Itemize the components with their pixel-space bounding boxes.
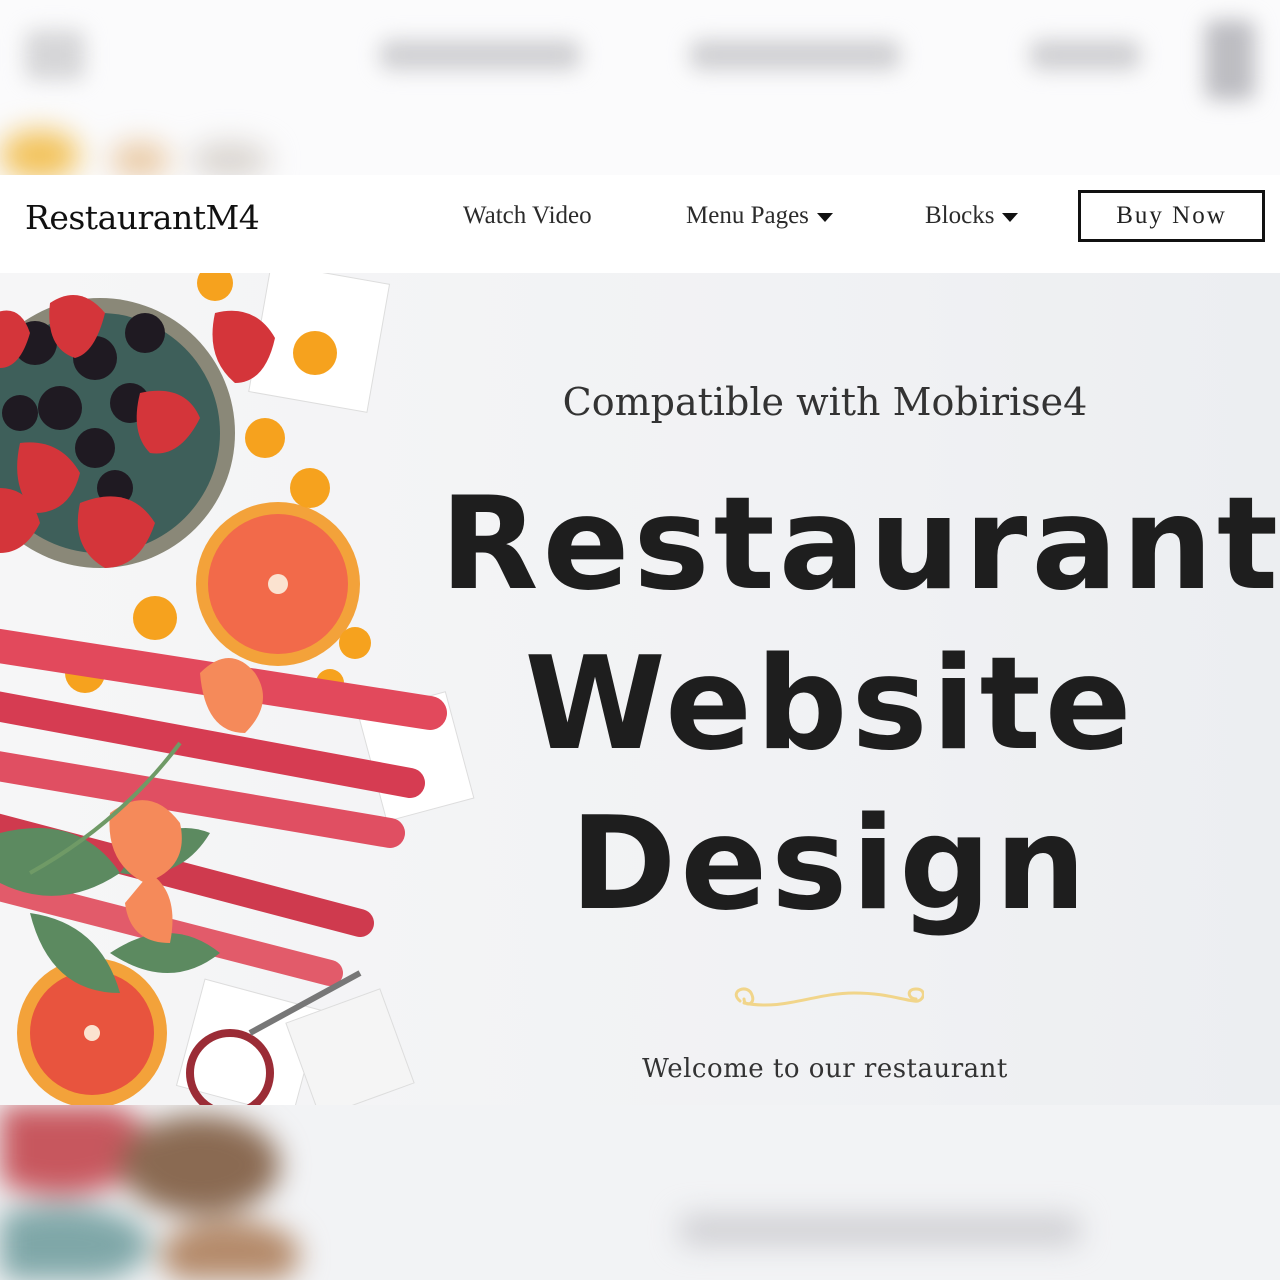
blurred-top-area [0, 0, 1280, 175]
nav-menu-pages[interactable]: Menu Pages [686, 202, 833, 230]
nav-watch-video[interactable]: Watch Video [463, 202, 592, 230]
flourish-divider-icon [734, 987, 924, 1007]
food-photo-image [0, 273, 475, 1105]
nav-menu-pages-label: Menu Pages [686, 202, 809, 229]
buy-now-button[interactable]: Buy Now [1078, 190, 1265, 242]
nav-blocks[interactable]: Blocks [925, 202, 1019, 230]
nav-blocks-label: Blocks [925, 202, 995, 229]
blurred-bottom-image [0, 1105, 1080, 1280]
chevron-down-icon [1002, 212, 1019, 222]
hero-title-line: Website [524, 630, 1136, 779]
brand-logo[interactable]: RestaurantM4 [25, 198, 260, 237]
hero-title-line: Design [570, 790, 1090, 939]
chevron-down-icon [816, 212, 833, 222]
hero-welcome-text: Welcome to our restaurant [642, 1054, 1008, 1084]
hero-title: Restaurant Website Design [440, 465, 1280, 945]
nav-watch-video-label: Watch Video [463, 202, 592, 229]
hero-subtitle: Compatible with Mobirise4 [562, 380, 1088, 424]
hero-section: Compatible with Mobirise4 Restaurant Web… [0, 273, 1280, 1105]
blurred-bottom-area [0, 1105, 1280, 1280]
blurred-fruit-image [0, 130, 270, 175]
hero-title-line: Restaurant [440, 470, 1280, 619]
